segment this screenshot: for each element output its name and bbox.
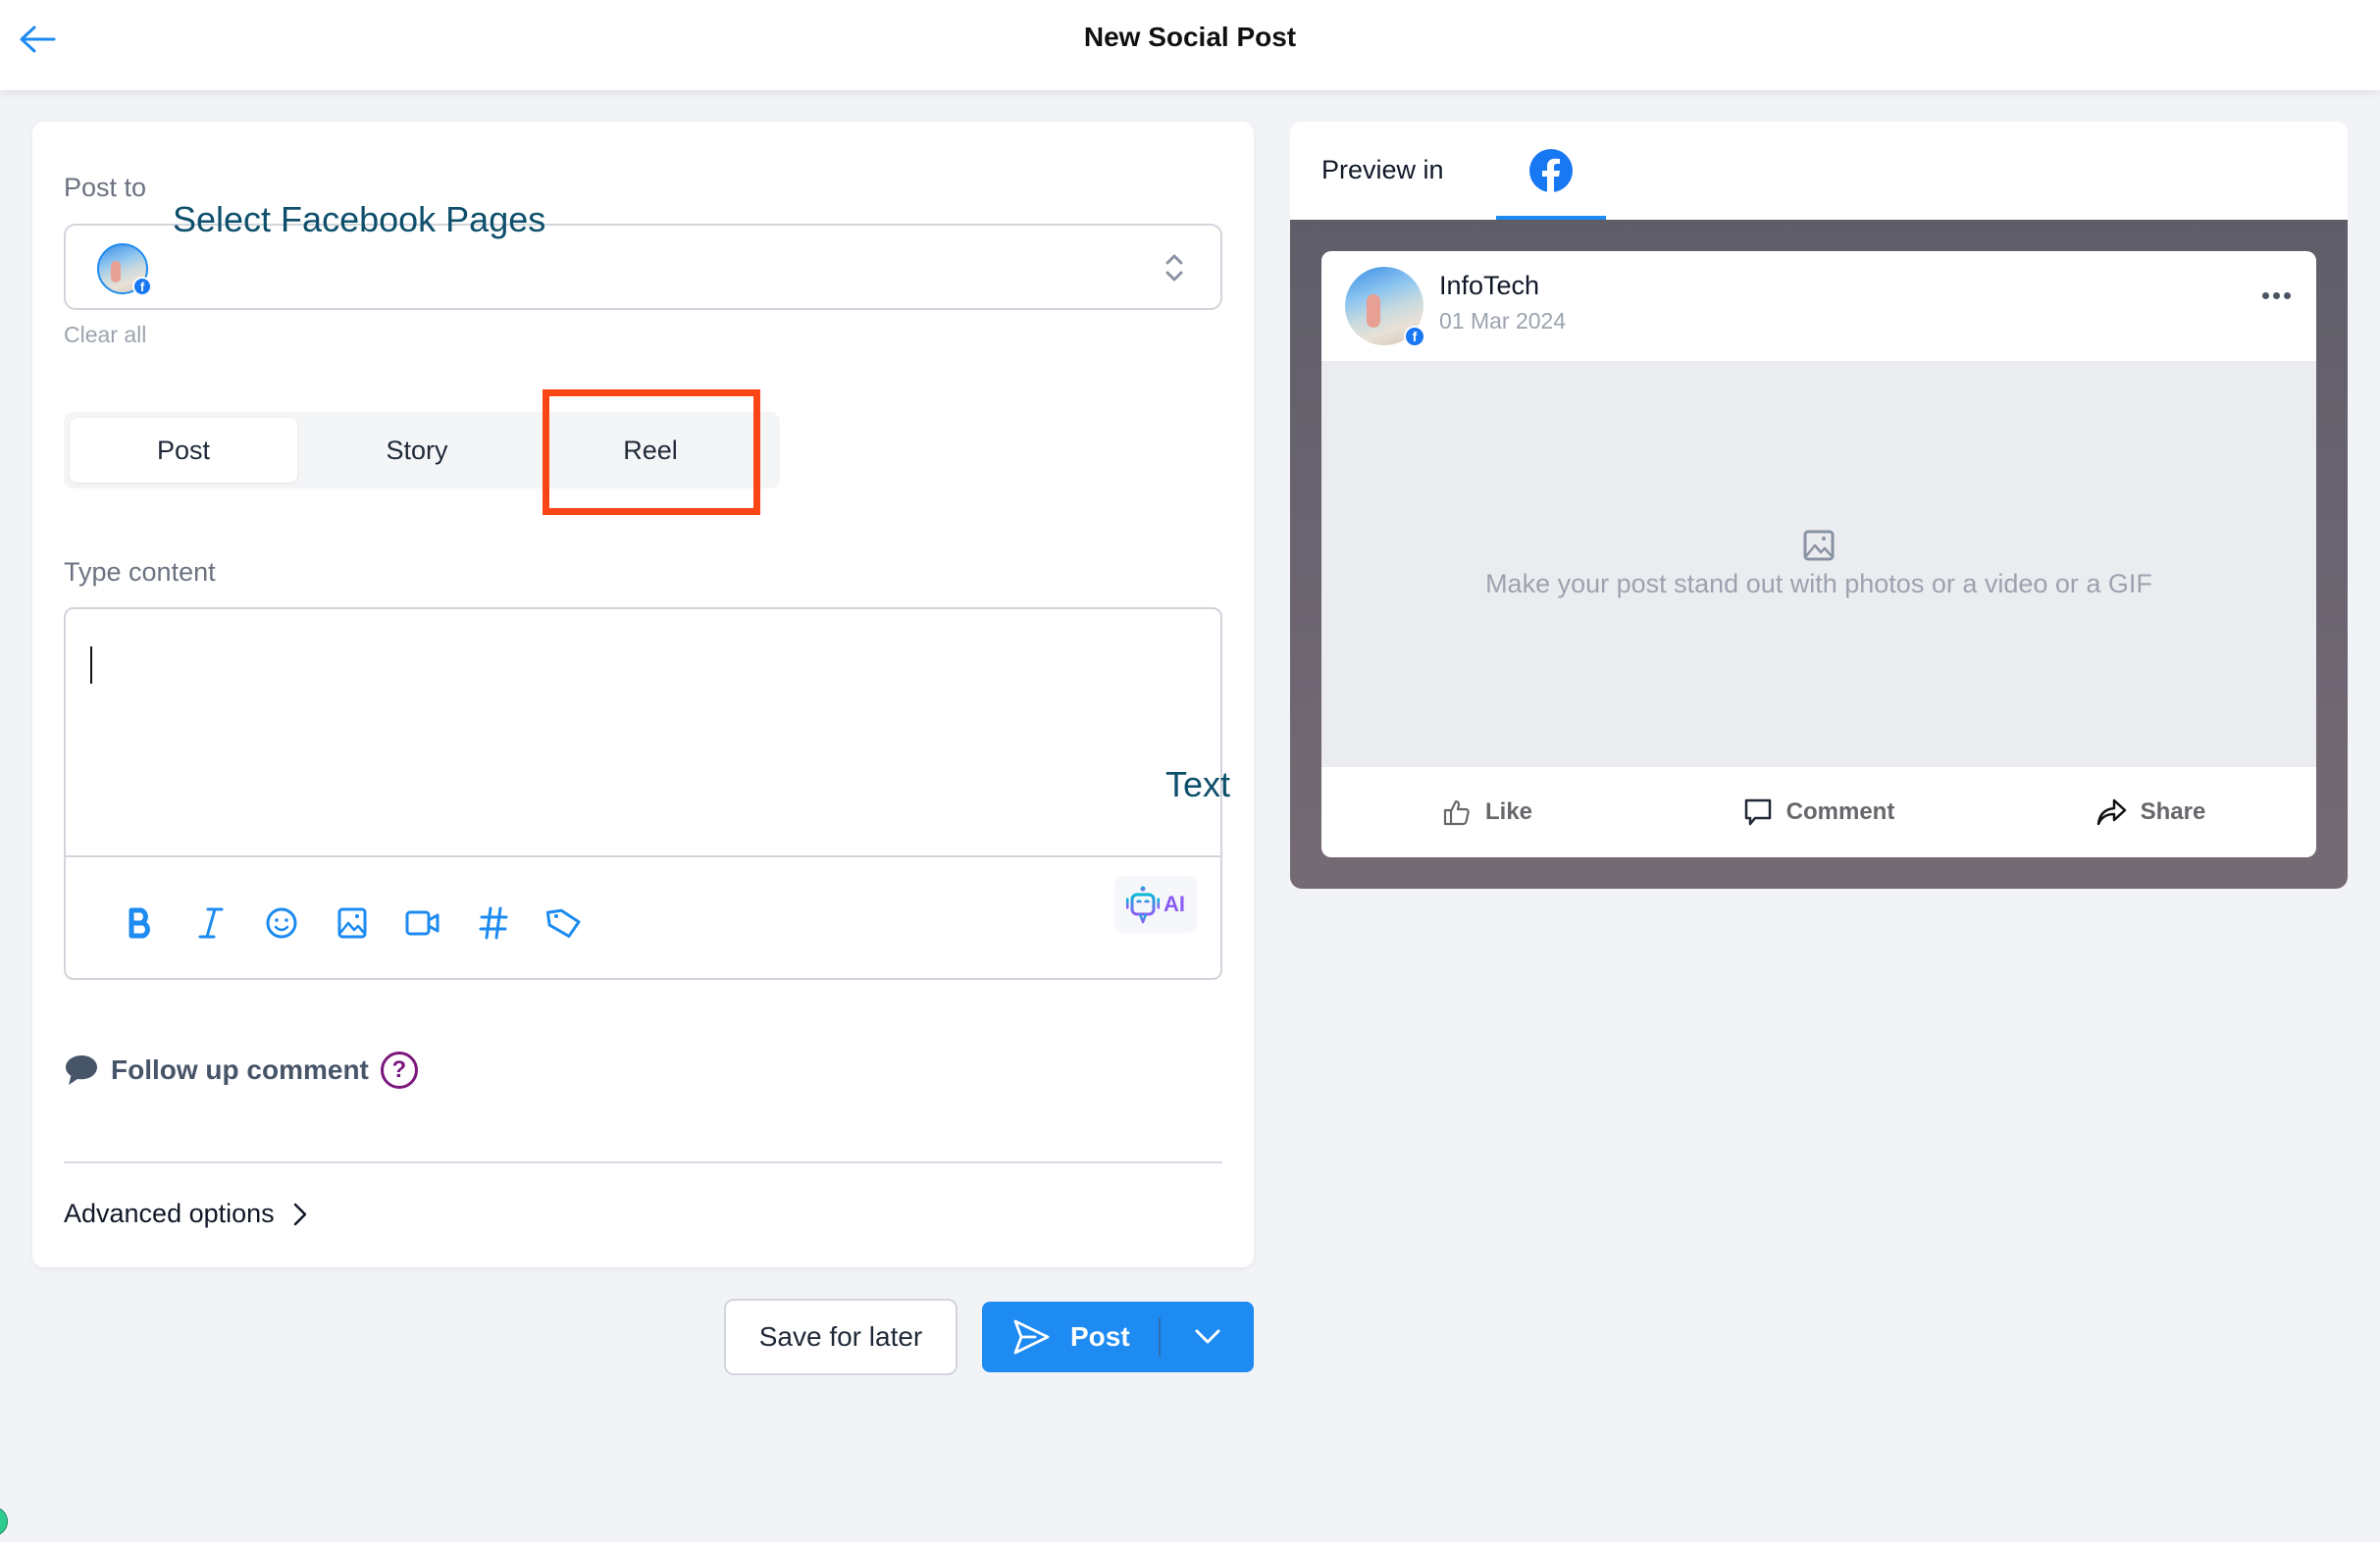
button-separator xyxy=(1159,1317,1161,1357)
top-bar: New Social Post xyxy=(0,0,2380,90)
hashtag-button[interactable] xyxy=(458,901,529,945)
follow-up-comment-toggle[interactable]: Follow up comment ? xyxy=(64,1052,418,1089)
video-button[interactable] xyxy=(388,901,458,945)
share-icon xyxy=(2096,798,2126,826)
emoji-button[interactable] xyxy=(246,901,317,945)
tag-icon xyxy=(546,908,581,938)
video-icon xyxy=(405,910,440,936)
send-icon xyxy=(1013,1319,1050,1355)
section-divider xyxy=(64,1161,1222,1163)
advanced-options-toggle[interactable]: Advanced options xyxy=(64,1199,308,1229)
formatting-toolbar xyxy=(105,901,599,945)
avatar-image-detail xyxy=(111,261,121,283)
hashtag-icon xyxy=(479,906,508,940)
thumbs-up-icon xyxy=(1443,799,1470,826)
comment-label: Comment xyxy=(1785,798,1895,825)
robot-icon xyxy=(1126,886,1160,924)
like-action[interactable]: Like xyxy=(1321,767,1653,857)
text-annotation-label: Text xyxy=(1164,764,1230,804)
status-indicator[interactable] xyxy=(0,1507,8,1536)
content-input[interactable] xyxy=(66,609,1220,855)
chevron-down-icon xyxy=(1195,1329,1219,1344)
composer-card: Post to f Select Facebook Pages Clear al… xyxy=(32,122,1254,1267)
preview-in-label: Preview in xyxy=(1321,155,1444,184)
post-actions: Like Comment Share xyxy=(1321,767,2316,857)
post-options-dropdown[interactable] xyxy=(1161,1302,1254,1372)
help-icon[interactable]: ? xyxy=(380,1052,418,1089)
follow-up-comment-label: Follow up comment xyxy=(111,1054,369,1085)
avatar-image-detail xyxy=(1367,294,1380,328)
emoji-icon xyxy=(266,907,297,939)
page-avatar: f xyxy=(1345,267,1425,347)
tag-button[interactable] xyxy=(529,901,599,945)
post-button-label: Post xyxy=(1070,1321,1130,1352)
chevron-right-icon xyxy=(293,1203,306,1225)
selected-page-avatar[interactable]: f xyxy=(97,243,152,296)
post-date: 01 Mar 2024 xyxy=(1439,308,1567,334)
save-for-later-button[interactable]: Save for later xyxy=(724,1299,957,1375)
ai-assist-button[interactable]: AI xyxy=(1114,876,1197,933)
image-placeholder-icon xyxy=(1803,530,1835,561)
facebook-post-preview: f InfoTech 01 Mar 2024 Make your post st… xyxy=(1321,251,2316,857)
type-content-label: Type content xyxy=(64,557,216,587)
facebook-badge-icon: f xyxy=(1404,326,1425,347)
bold-icon xyxy=(129,907,150,939)
ai-label: AI xyxy=(1164,892,1185,916)
media-placeholder: Make your post stand out with photos or … xyxy=(1321,361,2316,767)
image-icon xyxy=(337,907,367,939)
select-facebook-pages-label: Select Facebook Pages xyxy=(173,199,546,239)
facebook-badge-icon: f xyxy=(132,277,152,296)
clear-all-link[interactable]: Clear all xyxy=(64,322,146,348)
more-options-icon[interactable] xyxy=(2262,292,2291,299)
post-type-tabs: Post Story Reel xyxy=(64,412,780,488)
preview-tab-facebook[interactable] xyxy=(1496,141,1606,220)
toolbar-divider xyxy=(66,855,1220,857)
post-to-label: Post to xyxy=(64,173,147,202)
page-name: InfoTech xyxy=(1439,271,1540,300)
facebook-icon xyxy=(1529,149,1573,192)
media-placeholder-text: Make your post stand out with photos or … xyxy=(1485,569,2152,598)
image-button[interactable] xyxy=(317,901,388,945)
tab-post[interactable]: Post xyxy=(70,418,297,483)
share-label: Share xyxy=(2140,798,2206,825)
tab-story[interactable]: Story xyxy=(303,418,531,483)
page-title: New Social Post xyxy=(1083,22,1297,52)
bold-button[interactable] xyxy=(105,901,176,945)
advanced-options-label: Advanced options xyxy=(64,1199,275,1228)
comment-icon xyxy=(1744,798,1771,826)
preview-card: Preview in f InfoTech 01 Mar 2024 Make y… xyxy=(1290,122,2348,889)
share-action[interactable]: Share xyxy=(1985,767,2316,857)
post-button-group: Post xyxy=(982,1302,1254,1372)
tab-reel[interactable]: Reel xyxy=(537,418,764,483)
italic-icon xyxy=(198,907,224,939)
speech-bubble-icon xyxy=(66,1055,97,1085)
text-caret xyxy=(90,646,92,684)
content-editor: Text AI xyxy=(64,607,1230,980)
italic-button[interactable] xyxy=(176,901,246,945)
chevron-up-down-icon xyxy=(1165,254,1183,282)
like-label: Like xyxy=(1484,798,1533,825)
comment-action[interactable]: Comment xyxy=(1653,767,1985,857)
post-button[interactable]: Post xyxy=(982,1302,1159,1372)
preview-canvas: f InfoTech 01 Mar 2024 Make your post st… xyxy=(1290,220,2348,889)
